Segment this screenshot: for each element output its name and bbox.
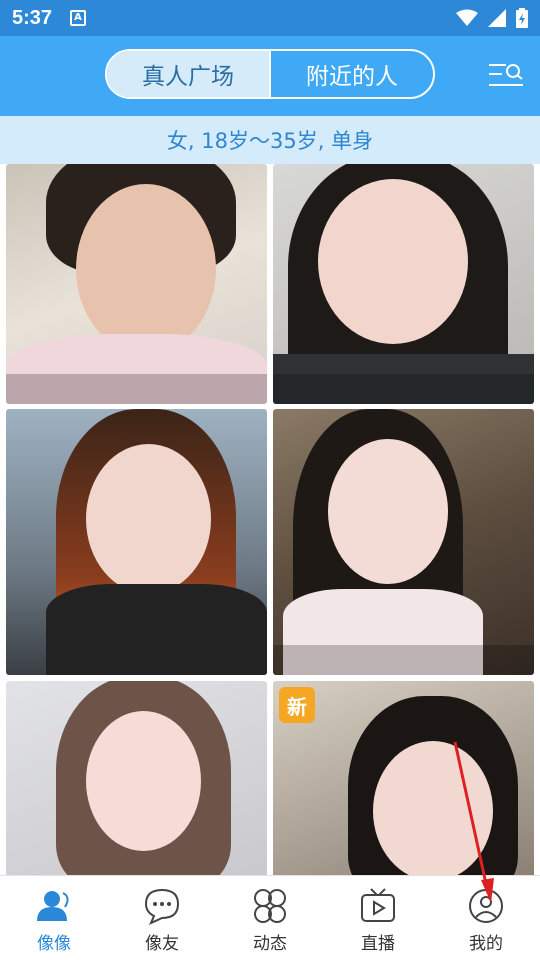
bottom-tab-bar: 像像 像友 动态 直播 我的 [0, 875, 540, 960]
tab-label: 直播 [361, 934, 395, 954]
profile-card[interactable] [6, 164, 267, 404]
profile-card[interactable] [273, 164, 534, 404]
tab-moments[interactable]: 动态 [216, 876, 324, 960]
signal-icon [488, 9, 506, 27]
tab-nearby-people[interactable]: 附近的人 [271, 51, 433, 97]
tab-live[interactable]: 直播 [324, 876, 432, 960]
battery-charging-icon [516, 8, 528, 28]
profile-card[interactable] [6, 681, 267, 875]
tab-real-person-square[interactable]: 真人广场 [107, 51, 271, 97]
tab-profile[interactable]: 我的 [432, 876, 540, 960]
mode-segmented-control: 真人广场 附近的人 [105, 49, 435, 99]
status-bar: 5:37 A [0, 0, 540, 36]
new-badge: 新 [279, 687, 315, 723]
profile-face [86, 711, 201, 851]
profile-clothing [46, 584, 267, 675]
photo-grid: 新 [0, 164, 540, 875]
tab-friends[interactable]: 像友 [108, 876, 216, 960]
profile-card[interactable] [273, 409, 534, 675]
a-letter-icon: A [70, 10, 87, 26]
person-icon [34, 886, 74, 926]
card-overlay [273, 374, 534, 404]
card-overlay [273, 645, 534, 675]
tv-play-icon [358, 886, 398, 926]
card-overlay [6, 374, 267, 404]
tab-label: 我的 [469, 934, 503, 954]
top-header: 真人广场 附近的人 [0, 36, 540, 116]
profile-card[interactable]: 新 [273, 681, 534, 875]
profile-face [328, 439, 448, 584]
moments-icon [250, 886, 290, 926]
profile-card[interactable] [6, 409, 267, 675]
status-icons [456, 8, 528, 28]
profile-icon [466, 886, 506, 926]
chat-bubble-icon [142, 886, 182, 926]
tab-home[interactable]: 像像 [0, 876, 108, 960]
tab-label: 像友 [145, 934, 179, 954]
profile-face [76, 184, 216, 354]
filter-text: 女, 18岁～35岁, 单身 [166, 129, 374, 153]
wifi-icon [456, 9, 478, 26]
tab-label: 像像 [37, 934, 71, 954]
filter-search-icon[interactable] [486, 60, 526, 90]
status-time: 5:37 [12, 6, 53, 29]
tab-label: 动态 [253, 934, 287, 954]
profile-face [373, 741, 493, 875]
profile-face [86, 444, 211, 594]
profile-face [318, 179, 468, 344]
filter-summary[interactable]: 女, 18岁～35岁, 单身 [0, 116, 540, 164]
